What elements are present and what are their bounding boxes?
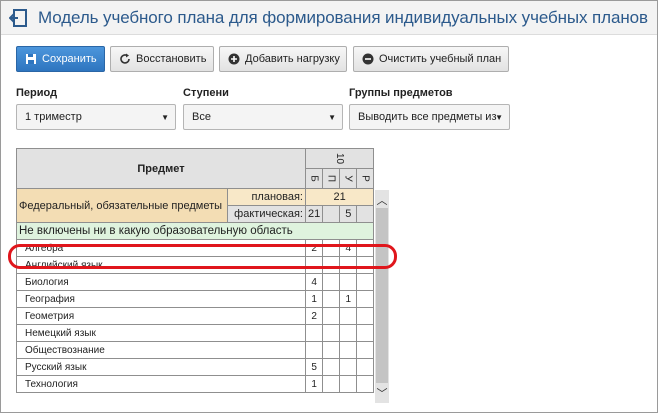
restore-button[interactable]: Восстановить	[110, 46, 214, 72]
hours-p[interactable]	[322, 341, 341, 359]
restore-label: Восстановить	[136, 53, 207, 65]
save-button[interactable]: Сохранить	[16, 46, 105, 72]
table-row[interactable]: Геометрия 2	[16, 307, 375, 325]
hours-b[interactable]: 4	[304, 273, 324, 291]
hours-b[interactable]: 1	[304, 290, 324, 308]
table-row[interactable]: Технология 1	[16, 375, 375, 393]
hours-r[interactable]	[356, 324, 375, 342]
subcol-b: Б	[304, 168, 324, 189]
hours-u[interactable]	[339, 341, 358, 359]
hours-u[interactable]: 1	[339, 290, 358, 308]
hours-b[interactable]	[304, 324, 324, 342]
grade-header-row: Предмет 10	[16, 148, 375, 189]
table-row[interactable]: Русский язык 5	[16, 358, 375, 376]
period-select[interactable]: 1 триместр ▼	[16, 104, 176, 130]
subject-name[interactable]: Биология	[16, 273, 306, 291]
section-label: Не включены ни в какую образовательную о…	[15, 222, 375, 240]
federal-planned-row: Федеральный, обязательные предметы плано…	[16, 188, 375, 223]
add-load-button[interactable]: Добавить нагрузку	[219, 46, 347, 72]
hours-r[interactable]	[356, 375, 375, 393]
hours-p[interactable]	[322, 375, 341, 393]
table-row[interactable]: Обществознание	[16, 341, 375, 359]
groups-label: Группы предметов	[349, 87, 453, 99]
actual-label: фактическая:	[227, 205, 306, 223]
groups-select[interactable]: Выводить все предметы из ▼	[349, 104, 510, 130]
hours-b[interactable]: 1	[304, 375, 324, 393]
clear-plan-label: Очистить учебный план	[379, 53, 502, 65]
hours-p[interactable]	[322, 307, 341, 325]
chevron-up-icon[interactable]: ︿	[375, 192, 389, 208]
hours-b[interactable]: 2	[304, 307, 324, 325]
period-value: 1 триместр	[25, 111, 82, 123]
period-label: Период	[16, 87, 58, 99]
section-row: Не включены ни в какую образовательную о…	[15, 222, 375, 240]
subject-name[interactable]: География	[16, 290, 306, 308]
vertical-scrollbar[interactable]: ︿ ﹀	[375, 190, 389, 403]
scrollbar-thumb[interactable]	[376, 208, 388, 383]
save-label: Сохранить	[42, 53, 97, 65]
actual-p	[322, 205, 341, 223]
table-row[interactable]: Биология 4	[16, 273, 375, 291]
actual-r	[356, 205, 375, 223]
hours-r[interactable]	[356, 290, 375, 308]
hours-r[interactable]	[356, 273, 375, 291]
add-load-label: Добавить нагрузку	[245, 53, 340, 65]
exit-icon[interactable]	[9, 9, 27, 27]
hours-r[interactable]	[356, 341, 375, 359]
chevron-down-icon: ▼	[161, 113, 169, 122]
hours-r[interactable]	[356, 307, 375, 325]
minus-circle-icon	[362, 53, 374, 65]
refresh-icon	[120, 53, 130, 64]
clear-plan-button[interactable]: Очистить учебный план	[353, 46, 509, 72]
hours-b[interactable]: 5	[304, 358, 324, 376]
curriculum-grid: Предмет 10 Б П У Р Федеральный, обязател…	[15, 148, 376, 393]
actual-u: 5	[339, 205, 358, 223]
grade-header: 10	[304, 148, 375, 169]
hours-u[interactable]	[339, 273, 358, 291]
planned-value: 21	[304, 188, 375, 206]
hours-p[interactable]	[322, 358, 341, 376]
curriculum-table: Предмет 10 Б П У Р Федеральный, обязател…	[15, 148, 375, 393]
table-row[interactable]: Немецкий язык	[16, 324, 375, 342]
groups-value: Выводить все предметы из	[358, 111, 497, 123]
subject-name[interactable]: Геометрия	[16, 307, 306, 325]
hours-u[interactable]	[339, 358, 358, 376]
planned-label: плановая:	[227, 188, 306, 206]
floppy-icon	[26, 54, 36, 64]
subcol-p: П	[322, 168, 341, 189]
subject-name[interactable]: Технология	[16, 375, 306, 393]
hours-p[interactable]	[322, 273, 341, 291]
chevron-down-icon: ▼	[328, 113, 336, 122]
title-bar: Модель учебного плана для формирования и…	[1, 1, 657, 35]
page-title: Модель учебного плана для формирования и…	[38, 8, 648, 27]
federal-label: Федеральный, обязательные предметы	[16, 188, 228, 223]
hours-p[interactable]	[322, 290, 341, 308]
levels-label: Ступени	[183, 87, 229, 99]
row-highlight-annotation	[8, 244, 397, 269]
chevron-down-icon: ▼	[495, 113, 503, 122]
plus-circle-icon	[228, 53, 240, 65]
actual-b: 21	[304, 205, 324, 223]
subject-name[interactable]: Обществознание	[16, 341, 306, 359]
levels-select[interactable]: Все ▼	[183, 104, 343, 130]
hours-r[interactable]	[356, 358, 375, 376]
levels-value: Все	[192, 111, 211, 123]
chevron-down-icon[interactable]: ﹀	[375, 385, 389, 401]
subcol-u: У	[339, 168, 358, 189]
hours-u[interactable]	[339, 324, 358, 342]
hours-u[interactable]	[339, 375, 358, 393]
subject-header: Предмет	[16, 148, 306, 189]
subject-name[interactable]: Русский язык	[16, 358, 306, 376]
hours-p[interactable]	[322, 324, 341, 342]
hours-b[interactable]	[304, 341, 324, 359]
subject-name[interactable]: Немецкий язык	[16, 324, 306, 342]
grade-label: 10	[334, 152, 346, 165]
subcol-r: Р	[356, 168, 375, 189]
hours-u[interactable]	[339, 307, 358, 325]
table-row[interactable]: География 1 1	[16, 290, 375, 308]
